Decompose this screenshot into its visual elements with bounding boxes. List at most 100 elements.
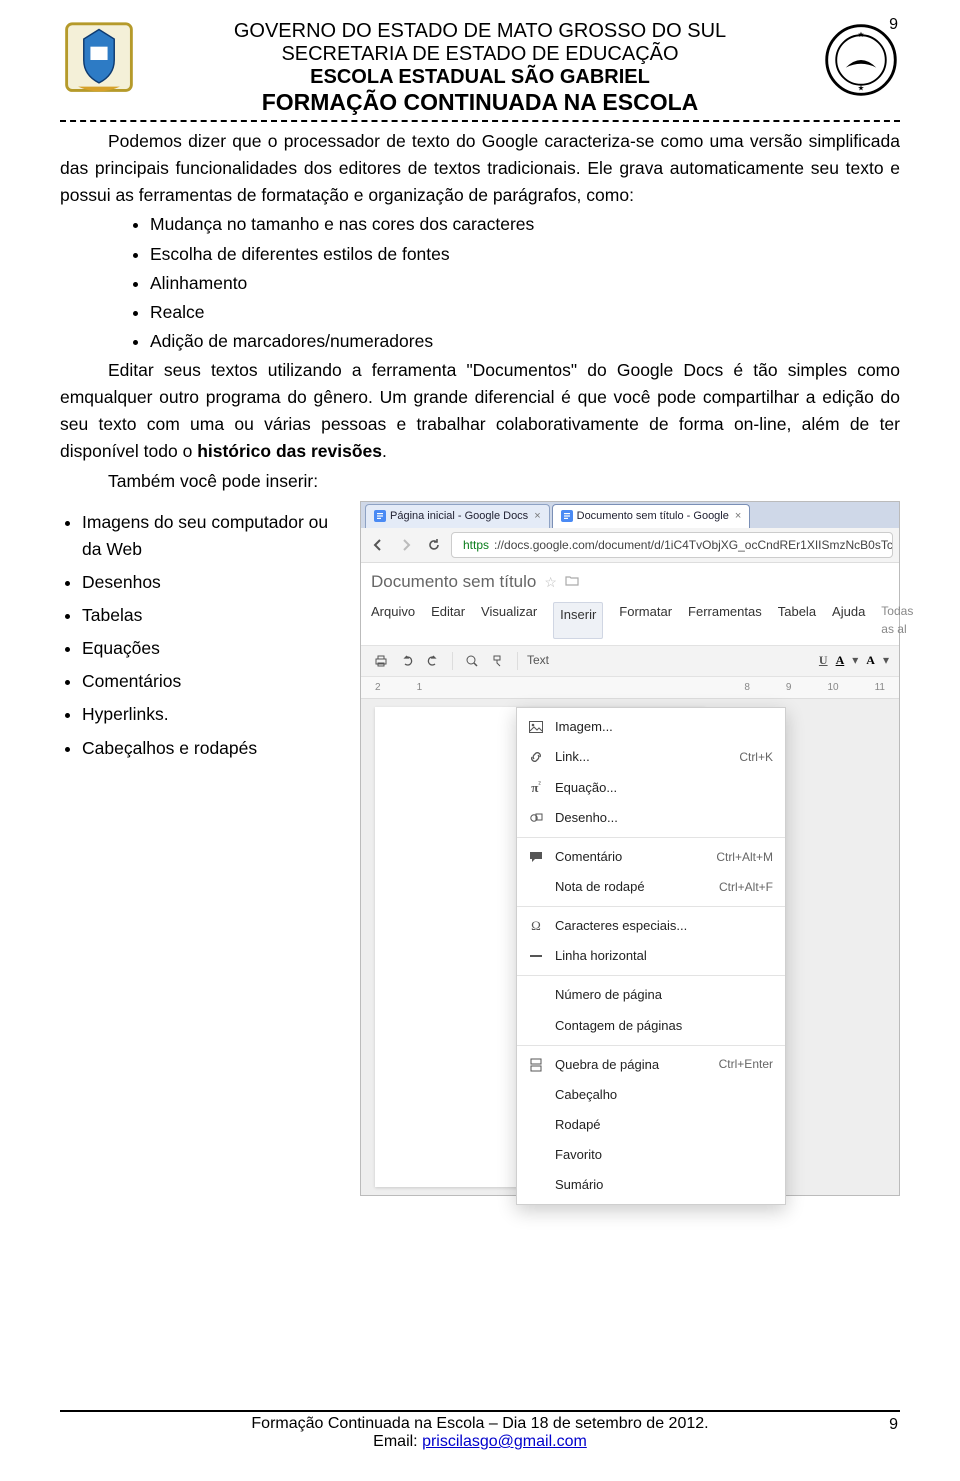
menu-item[interactable]: Quebra de página Ctrl+Enter — [517, 1050, 785, 1080]
undo-icon[interactable] — [397, 651, 417, 671]
paint-format-icon[interactable] — [488, 651, 508, 671]
header-line-4: FORMAÇÃO CONTINUADA NA ESCOLA — [148, 89, 812, 116]
menu-editar[interactable]: Editar — [431, 602, 465, 639]
list-item: Escolha de diferentes estilos de fontes — [150, 241, 900, 268]
toolbar-separator — [452, 652, 453, 670]
menu-item[interactable]: Imagem... — [517, 712, 785, 742]
menu-inserir[interactable]: Inserir — [553, 602, 603, 639]
text-color-chevron-icon[interactable]: ▾ — [852, 651, 858, 670]
docs-header: Documento sem título ☆ Arquivo Editar Vi… — [361, 563, 899, 645]
zoom-icon[interactable] — [462, 651, 482, 671]
blank-icon — [527, 1116, 545, 1134]
list-item: Imagens do seu computador ou da Web — [82, 509, 340, 563]
menu-ferramentas[interactable]: Ferramentas — [688, 602, 762, 639]
menu-item-label: Imagem... — [555, 717, 613, 737]
paragraph-2a: Editar seus textos utilizando a ferramen… — [60, 360, 900, 461]
menu-item-label: Link... — [555, 747, 590, 767]
highlight-color-button[interactable]: A — [866, 651, 875, 670]
ruler-tick: 9 — [786, 680, 792, 696]
close-icon[interactable]: × — [534, 508, 540, 525]
menu-visualizar[interactable]: Visualizar — [481, 602, 537, 639]
blank-icon — [527, 878, 545, 896]
menu-item-label: Nota de rodapé — [555, 877, 645, 897]
menu-item[interactable]: Sumário — [517, 1170, 785, 1200]
menu-item[interactable]: Nota de rodapé Ctrl+Alt+F — [517, 872, 785, 902]
break-icon — [527, 1056, 545, 1074]
footer-rule — [60, 1410, 900, 1412]
browser-tab-1[interactable]: Página inicial - Google Docs × — [365, 504, 550, 528]
menu-item[interactable]: ComentárioCtrl+Alt+M — [517, 842, 785, 872]
blank-icon — [527, 1146, 545, 1164]
redo-icon[interactable] — [423, 651, 443, 671]
browser-nav: https://docs.google.com/document/d/1iC4T… — [361, 528, 899, 564]
menu-item[interactable]: Contagem de páginas — [517, 1011, 785, 1041]
footer-email-link[interactable]: priscilasgo@gmail.com — [422, 1433, 587, 1450]
menu-ajuda[interactable]: Ajuda — [832, 602, 865, 639]
menu-item[interactable]: Favorito — [517, 1140, 785, 1170]
blank-icon — [527, 1176, 545, 1194]
menu-item-label: Rodapé — [555, 1115, 601, 1135]
docs-menubar: Arquivo Editar Visualizar Inserir Format… — [371, 596, 889, 645]
menu-arquivo[interactable]: Arquivo — [371, 602, 415, 639]
toolbar-separator — [517, 652, 518, 670]
footer-email-label: Email: — [373, 1433, 422, 1450]
ruler-tick: 2 — [375, 680, 381, 696]
menu-separator — [517, 837, 785, 838]
highlight-chevron-icon[interactable]: ▾ — [883, 651, 889, 670]
tab-2-label: Documento sem título - Google — [577, 508, 729, 525]
tabstrip: Página inicial - Google Docs × Documento… — [361, 502, 899, 528]
docs-toolbar: Text U A ▾ A ▾ — [361, 645, 899, 677]
text-color-button[interactable]: A — [836, 651, 845, 670]
menu-item-label: Número de página — [555, 985, 662, 1005]
reload-button[interactable] — [423, 534, 445, 556]
blank-icon — [527, 1017, 545, 1035]
browser-tab-2[interactable]: Documento sem título - Google × — [552, 504, 751, 528]
letterhead: GOVERNO DO ESTADO DE MATO GROSSO DO SUL … — [60, 20, 900, 116]
folder-icon[interactable] — [565, 569, 579, 595]
list-item: Mudança no tamanho e nas cores dos carac… — [150, 211, 900, 238]
back-button[interactable] — [367, 534, 389, 556]
menu-item[interactable]: Link... Ctrl+K — [517, 742, 785, 772]
menu-item[interactable]: Cabeçalho — [517, 1080, 785, 1110]
menu-item[interactable]: π²Equação... — [517, 773, 785, 803]
menu-item[interactable]: Linha horizontal — [517, 941, 785, 971]
feature-list: Mudança no tamanho e nas cores dos carac… — [60, 211, 900, 355]
menu-item-shortcut: Ctrl+Enter — [719, 1055, 773, 1074]
header-line-2: SECRETARIA DE ESTADO DE EDUCAÇÃO — [148, 43, 812, 66]
svg-text:★: ★ — [858, 30, 865, 39]
list-item: Cabeçalhos e rodapés — [82, 735, 340, 762]
menu-item-label: Contagem de páginas — [555, 1016, 682, 1036]
address-bar[interactable]: https://docs.google.com/document/d/1iC4T… — [451, 532, 893, 559]
doc-title[interactable]: Documento sem título — [371, 569, 536, 595]
svg-text:★: ★ — [858, 83, 865, 92]
menu-hint: Todas as al — [881, 602, 913, 639]
forward-button[interactable] — [395, 534, 417, 556]
menu-item-label: Equação... — [555, 778, 617, 798]
header-line-1: GOVERNO DO ESTADO DE MATO GROSSO DO SUL — [148, 20, 812, 43]
menu-item[interactable]: ΩCaracteres especiais... — [517, 911, 785, 941]
screenshot-browser: Página inicial - Google Docs × Documento… — [360, 501, 900, 1197]
menu-item-label: Linha horizontal — [555, 946, 647, 966]
close-icon[interactable]: × — [735, 508, 741, 525]
menu-item[interactable]: Número de página — [517, 980, 785, 1010]
hr-icon — [527, 947, 545, 965]
underline-button[interactable]: U — [819, 651, 828, 670]
list-item: Hyperlinks. — [82, 701, 340, 728]
menu-item-shortcut: Ctrl+Alt+F — [719, 878, 773, 897]
menu-tabela[interactable]: Tabela — [778, 602, 816, 639]
menu-formatar[interactable]: Formatar — [619, 602, 672, 639]
dashed-separator — [60, 120, 900, 122]
link-icon — [527, 748, 545, 766]
menu-item-label: Quebra de página — [555, 1055, 659, 1075]
blank-icon — [527, 986, 545, 1004]
menu-item-shortcut: Ctrl+K — [739, 748, 773, 767]
styles-dropdown[interactable]: Text — [527, 651, 549, 670]
list-item: Tabelas — [82, 602, 340, 629]
list-item: Comentários — [82, 668, 340, 695]
menu-item[interactable]: Rodapé — [517, 1110, 785, 1140]
print-icon[interactable] — [371, 651, 391, 671]
menu-item-label: Desenho... — [555, 808, 618, 828]
menu-item[interactable]: Desenho... — [517, 803, 785, 833]
docs-favicon-icon — [374, 510, 386, 522]
star-icon[interactable]: ☆ — [544, 572, 557, 594]
